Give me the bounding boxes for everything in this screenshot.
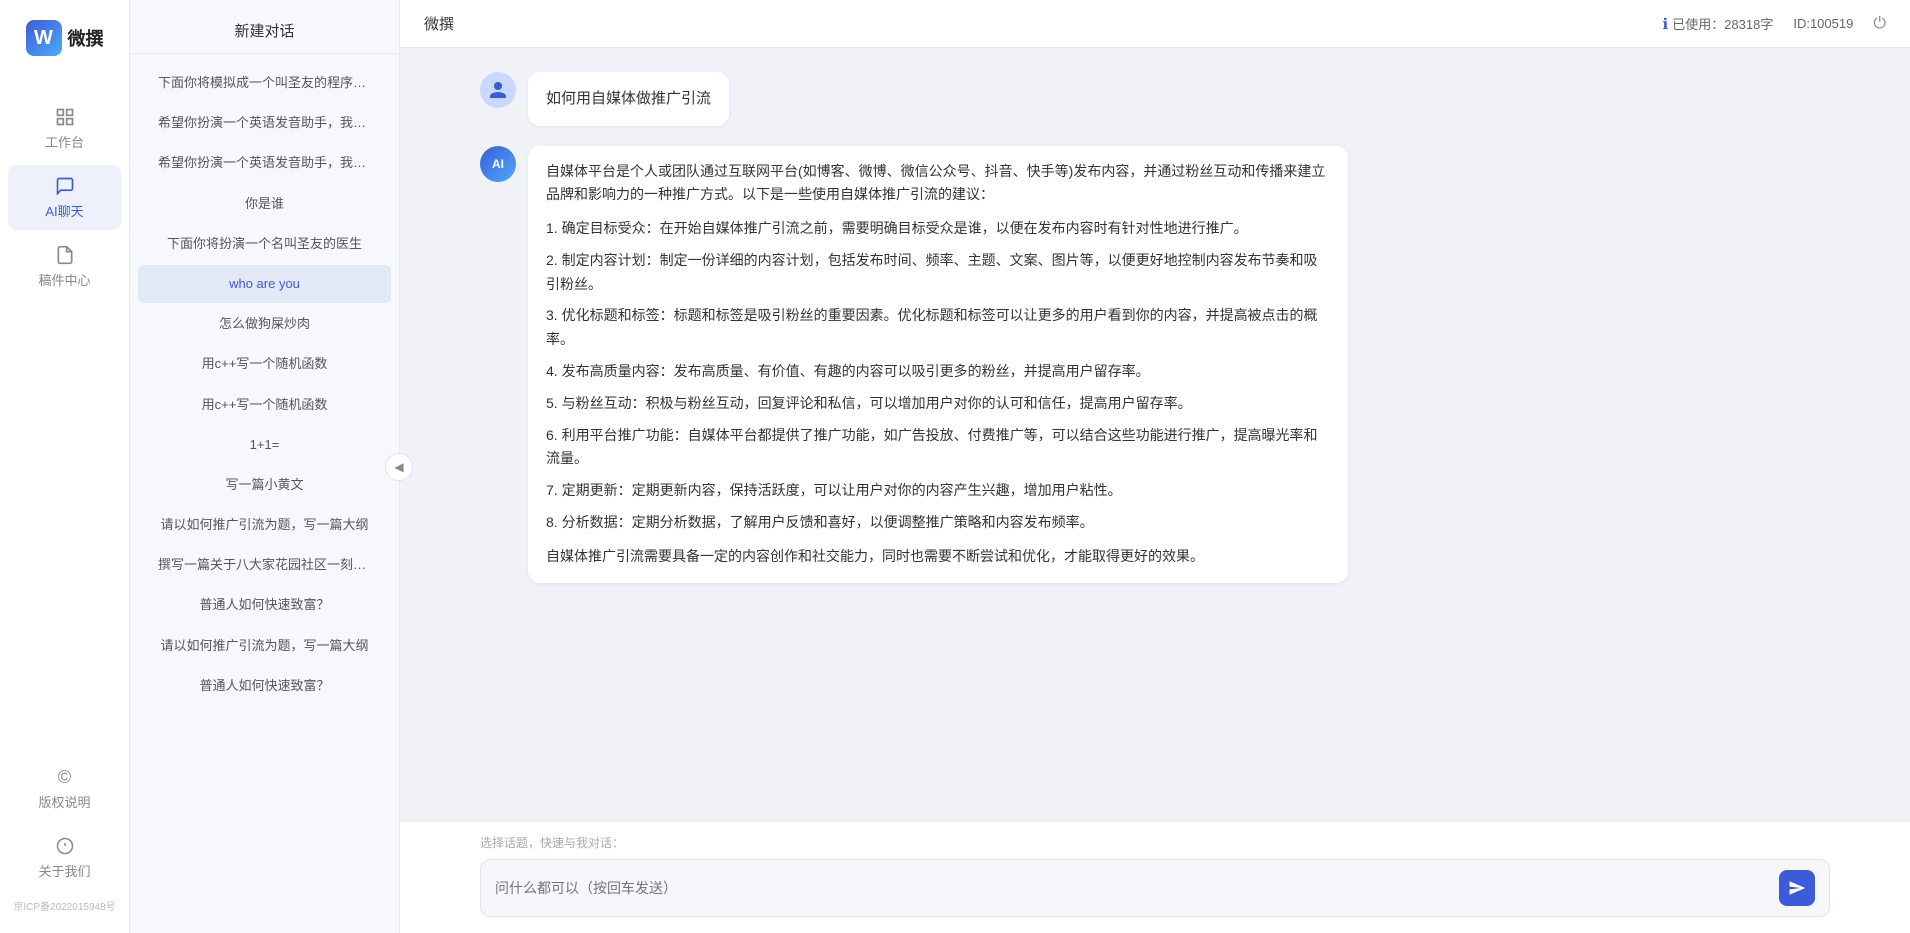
ai-para-8: 8. 分析数据：定期分析数据，了解用户反馈和喜好，以便调整推广策略和内容发布频率… [546,511,1330,535]
parts-center-label: 稿件中心 [38,270,90,289]
list-item[interactable]: 普通人如何快速致富？ [138,586,391,624]
collapse-sidebar-button[interactable]: ◀ [385,453,413,481]
list-item[interactable]: 用c++写一个随机函数 [138,345,391,383]
icp-text: 京ICP备2022015948号 [0,894,129,917]
list-item[interactable]: 你是谁 [138,185,391,223]
user-question-text: 如何用自媒体做推广引流 [546,90,711,107]
logout-button[interactable]: ⏻ [1873,15,1886,33]
logo-icon: W [26,20,62,56]
ai-para-0: 自媒体平台是个人或团队通过互联网平台(如博客、微博、微信公众号、抖音、快手等)发… [546,160,1330,208]
ai-para-1: 1. 确定目标受众：在开始自媒体推广引流之前，需要明确目标受众是谁，以便在发布内… [546,217,1330,241]
usage-info: ℹ 已使用：28318字 [1662,14,1773,33]
list-item[interactable]: 请以如何推广引流为题，写一篇大纲 [138,627,391,665]
left-navigation: W 微撰 工作台 AI聊天 稿件中心 © 版权说明 [0,0,130,933]
list-item[interactable]: 希望你扮演一个英语发音助手，我提供给你... [138,144,391,182]
ai-para-2: 2. 制定内容计划：制定一份详细的内容计划，包括发布时间、频率、主题、文案、图片… [546,249,1330,297]
workspace-label: 工作台 [45,132,84,151]
list-item[interactable]: 希望你扮演一个英语发音助手，我提供给你... [138,104,391,142]
topbar: 微撰 ℹ 已使用：28318字 ID:100519 ⏻ [400,0,1910,48]
sidebar-item-parts-center[interactable]: 稿件中心 [8,234,121,299]
ai-chat-label: AI聊天 [45,201,83,220]
list-item[interactable]: 写一篇小黄文 [138,466,391,504]
input-box-wrap [480,859,1830,917]
info-circle-icon [54,835,76,857]
list-item[interactable]: 撰写一篇关于八大家花园社区一刻钟便民生... [138,546,391,584]
logo-letter: W [34,27,53,50]
chat-icon [54,175,76,197]
chat-sidebar: 新建对话 下面你将模拟成一个叫圣友的程序员，我说... 希望你扮演一个英语发音助… [130,0,400,933]
list-item[interactable]: 下面你将扮演一个名叫圣友的医生 [138,225,391,263]
nav-items: 工作台 AI聊天 稿件中心 [0,96,129,756]
send-icon [1788,879,1806,897]
grid-icon [54,106,76,128]
list-item[interactable]: 1+1= [138,426,391,464]
ai-message-content: 自媒体平台是个人或团队通过互联网平台(如博客、微博、微信公众号、抖音、快手等)发… [528,146,1348,583]
info-icon: ℹ [1662,15,1668,33]
quick-prompt-label: 选择话题，快速与我对话： [480,834,1830,851]
main-content: 微撰 ℹ 已使用：28318字 ID:100519 ⏻ 如何用自媒体做推广引流 … [400,0,1910,933]
user-message-content: 如何用自媒体做推广引流 [528,72,729,126]
chat-history-list: 下面你将模拟成一个叫圣友的程序员，我说... 希望你扮演一个英语发音助手，我提供… [130,54,399,933]
list-item[interactable]: 怎么做狗屎炒肉 [138,305,391,343]
ai-para-7: 7. 定期更新：定期更新内容，保持活跃度，可以让用户对你的内容产生兴趣，增加用户… [546,479,1330,503]
nav-bottom: © 版权说明 关于我们 京ICP备2022015948号 [0,756,129,933]
message-row-user: 如何用自媒体做推广引流 [480,72,1830,126]
about-label: 关于我们 [38,861,90,880]
avatar [480,72,516,108]
sidebar-item-about[interactable]: 关于我们 [8,825,121,890]
avatar-ai: AI [480,146,516,182]
list-item[interactable]: 请以如何推广引流为题，写一篇大纲 [138,506,391,544]
sidebar-item-workspace[interactable]: 工作台 [8,96,121,161]
ai-para-9: 自媒体推广引流需要具备一定的内容创作和社交能力，同时也需要不断尝试和优化，才能取… [546,545,1330,569]
user-id: ID:100519 [1793,16,1853,31]
list-item[interactable]: 普通人如何快速致富？ [138,667,391,705]
topbar-right: ℹ 已使用：28318字 ID:100519 ⏻ [1662,14,1886,33]
list-item-active[interactable]: who are you [138,265,391,303]
doc-icon [54,244,76,266]
chat-messages-area: 如何用自媒体做推广引流 AI 自媒体平台是个人或团队通过互联网平台(如博客、微博… [400,48,1910,821]
copyright-label: 版权说明 [38,792,90,811]
chat-input[interactable] [495,876,1769,900]
ai-para-5: 5. 与粉丝互动：积极与粉丝互动，回复评论和私信，可以增加用户对你的认可和信任，… [546,392,1330,416]
new-chat-button[interactable]: 新建对话 [130,0,399,54]
sidebar-item-ai-chat[interactable]: AI聊天 [8,165,121,230]
list-item[interactable]: 下面你将模拟成一个叫圣友的程序员，我说... [138,64,391,102]
ai-para-4: 4. 发布高质量内容：发布高质量、有价值、有趣的内容可以吸引更多的粉丝，并提高用… [546,360,1330,384]
send-button[interactable] [1779,870,1815,906]
ai-para-3: 3. 优化标题和标签：标题和标签是吸引粉丝的重要因素。优化标题和标签可以让更多的… [546,304,1330,352]
ai-para-6: 6. 利用平台推广功能：自媒体平台都提供了推广功能，如广告投放、付费推广等，可以… [546,424,1330,472]
list-item[interactable]: 用c++写一个随机函数 [138,386,391,424]
page-title: 微撰 [424,13,454,34]
app-name: 微撰 [68,25,104,51]
usage-text: 已使用：28318字 [1672,14,1773,33]
copyright-icon: © [54,766,76,788]
message-row-ai: AI 自媒体平台是个人或团队通过互联网平台(如博客、微博、微信公众号、抖音、快手… [480,146,1830,583]
sidebar-item-copyright[interactable]: © 版权说明 [8,756,121,821]
logo-area: W 微撰 [26,20,104,56]
input-area: 选择话题，快速与我对话： [400,821,1910,933]
